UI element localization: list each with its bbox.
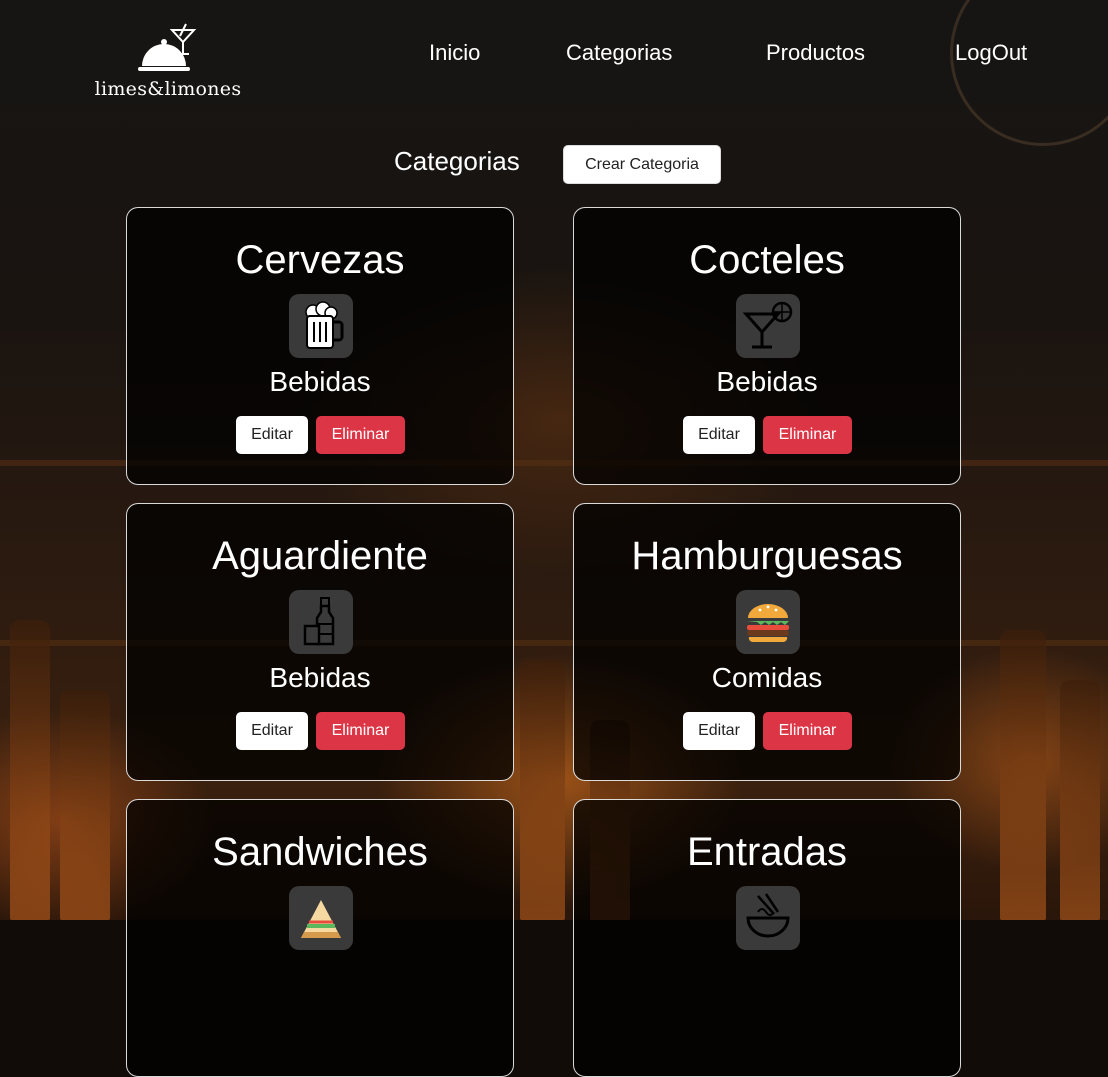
nav-inicio[interactable]: Inicio — [429, 40, 480, 66]
category-card-sandwiches: Sandwiches — [126, 799, 514, 1077]
category-name: Cocteles — [689, 238, 845, 282]
category-card-cervezas: Cervezas Bebidas Editar Eliminar — [126, 207, 514, 485]
edit-button[interactable]: Editar — [683, 712, 755, 750]
cloche-cocktail-icon — [138, 23, 197, 71]
cocktail-glass-icon — [736, 294, 800, 358]
edit-button[interactable]: Editar — [236, 416, 308, 454]
bottle-glass-icon — [289, 590, 353, 654]
nav-logout[interactable]: LogOut — [955, 40, 1027, 66]
create-category-button[interactable]: Crear Categoria — [563, 145, 721, 184]
edit-button[interactable]: Editar — [683, 416, 755, 454]
category-card-aguardiente: Aguardiente Bebidas Editar Eliminar — [126, 503, 514, 781]
brand-logo[interactable]: limes&limones — [92, 20, 244, 105]
edit-button[interactable]: Editar — [236, 712, 308, 750]
category-card-cocteles: Cocteles Bebidas Editar Eliminar — [573, 207, 961, 485]
category-name: Cervezas — [235, 238, 405, 282]
category-card-hamburguesas: Hamburguesas Comidas Editar Eliminar — [573, 503, 961, 781]
brand-name: limes&limones — [94, 78, 242, 100]
category-name: Entradas — [686, 830, 848, 874]
noodles-bowl-icon — [736, 886, 800, 950]
nav-productos[interactable]: Productos — [766, 40, 865, 66]
category-group: Comidas — [711, 662, 823, 693]
category-name: Sandwiches — [212, 830, 428, 874]
category-group: Bebidas — [269, 366, 371, 397]
delete-button[interactable]: Eliminar — [316, 712, 405, 750]
delete-button[interactable]: Eliminar — [316, 416, 405, 454]
category-name: Aguardiente — [212, 534, 428, 578]
beer-mug-icon — [289, 294, 353, 358]
nav-categorias[interactable]: Categorias — [566, 40, 672, 66]
category-name: Hamburguesas — [631, 534, 903, 578]
delete-button[interactable]: Eliminar — [763, 712, 852, 750]
delete-button[interactable]: Eliminar — [763, 416, 852, 454]
page-title: Categorias — [394, 146, 520, 176]
burger-icon — [736, 590, 800, 654]
category-group: Bebidas — [716, 366, 818, 397]
top-navbar: limes&limones Inicio Categorias Producto… — [0, 0, 1108, 120]
category-group: Bebidas — [269, 662, 371, 693]
category-card-entradas: Entradas — [573, 799, 961, 1077]
sandwich-icon — [289, 886, 353, 950]
